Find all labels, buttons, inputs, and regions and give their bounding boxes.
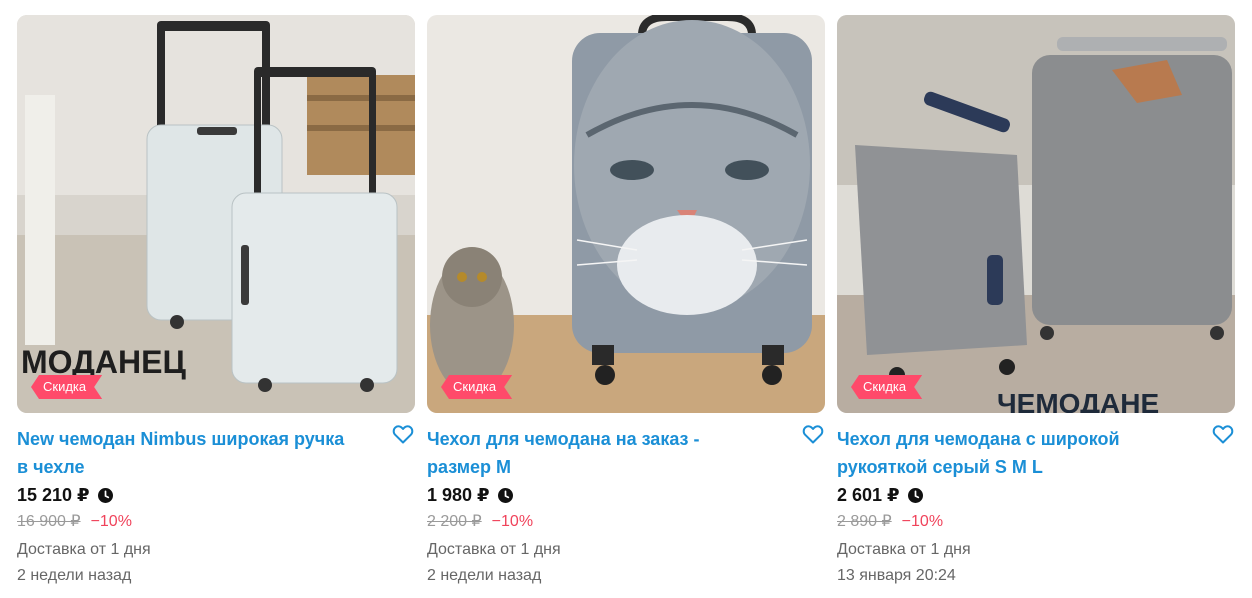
favorite-button[interactable] [1211, 422, 1235, 446]
old-price: 16 900 ₽ [17, 513, 81, 530]
product-card[interactable]: МОДАНЕЦ Скидка New чемодан Nimbus широка… [17, 15, 415, 595]
discount-badge: Скидка [31, 375, 102, 399]
delivery-info: Доставка от 1 дня [427, 541, 561, 558]
product-title[interactable]: Чехол для чемодана на заказ - размер M [427, 425, 767, 481]
product-photo[interactable]: ЧЕМОДАНЕ Скидка [837, 15, 1235, 413]
price-row: 15 210 ₽ [17, 484, 113, 506]
discount-percent: −10% [90, 513, 132, 530]
clock-icon [497, 487, 513, 503]
suitcase-image: МОДАНЕЦ [17, 15, 415, 413]
product-card[interactable]: Скидка Чехол для чемодана на заказ - раз… [427, 15, 825, 595]
delivery-info: Доставка от 1 дня [17, 541, 151, 558]
watermark-text: МОДАНЕЦ [21, 344, 186, 380]
old-price-row: 2 890 ₽ −10% [837, 512, 943, 532]
posted-date: 2 недели назад [17, 567, 132, 584]
product-title[interactable]: Чехол для чемодана с широкой рукояткой с… [837, 425, 1177, 481]
clock-icon [907, 487, 923, 503]
old-price: 2 890 ₽ [837, 513, 892, 530]
favorite-button[interactable] [391, 422, 415, 446]
discount-percent: −10% [901, 513, 944, 530]
old-price-row: 2 200 ₽ −10% [427, 512, 533, 532]
favorite-button[interactable] [801, 422, 825, 446]
cat-cover-image [427, 15, 825, 413]
watermark-text: ЧЕМОДАНЕ [997, 388, 1159, 413]
product-card[interactable]: ЧЕМОДАНЕ Скидка Чехол для чемодана с шир… [837, 15, 1235, 595]
heart-outline-icon [1212, 425, 1234, 444]
price: 15 210 ₽ [17, 484, 90, 505]
heart-outline-icon [392, 425, 414, 444]
discount-badge: Скидка [851, 375, 922, 399]
clock-icon [97, 487, 113, 503]
heart-outline-icon [802, 425, 824, 444]
price-row: 2 601 ₽ [837, 484, 923, 506]
price-row: 1 980 ₽ [427, 484, 513, 506]
discount-percent: −10% [491, 513, 534, 530]
price: 2 601 ₽ [837, 484, 900, 505]
delivery-info: Доставка от 1 дня [837, 541, 971, 558]
discount-badge: Скидка [441, 375, 512, 399]
product-title[interactable]: New чемодан Nimbus широкая ручка в чехле [17, 425, 357, 481]
posted-date: 2 недели назад [427, 567, 542, 584]
old-price: 2 200 ₽ [427, 513, 482, 530]
product-photo[interactable]: Скидка [427, 15, 825, 413]
price: 1 980 ₽ [427, 484, 490, 505]
posted-date: 13 января 20:24 [837, 567, 956, 584]
old-price-row: 16 900 ₽ −10% [17, 512, 132, 532]
product-photo[interactable]: МОДАНЕЦ Скидка [17, 15, 415, 413]
grey-cover-image: ЧЕМОДАНЕ [837, 15, 1235, 413]
